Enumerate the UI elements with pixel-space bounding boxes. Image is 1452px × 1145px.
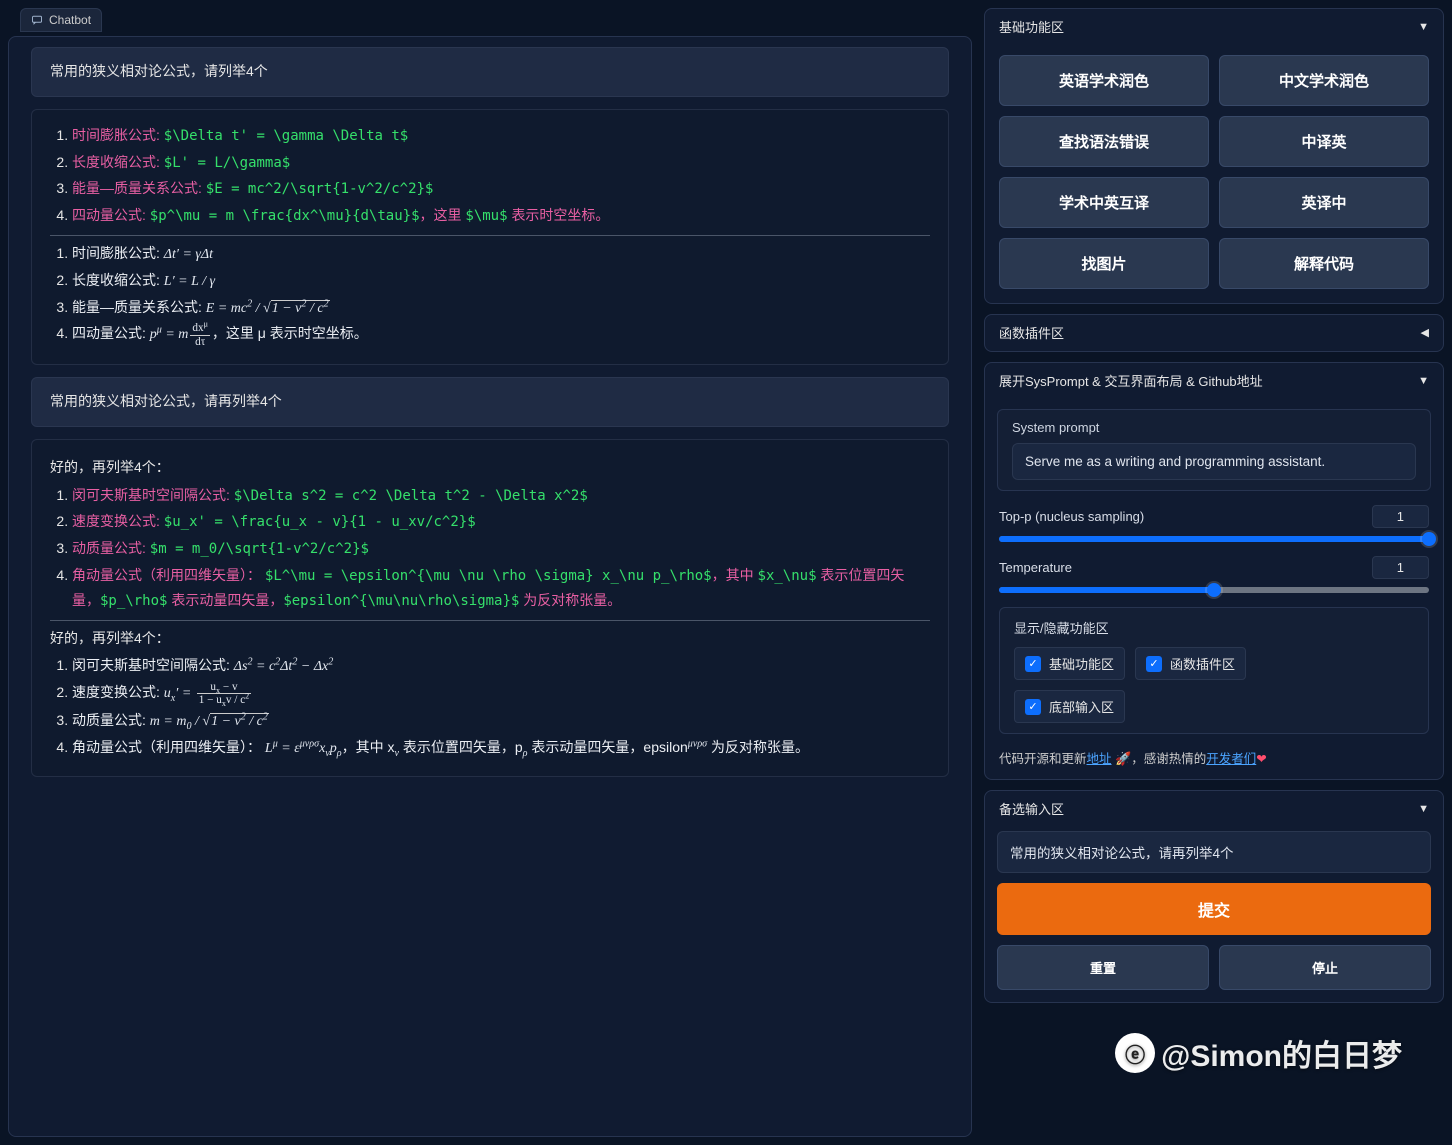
toggle-bottom-input[interactable]: ✓底部输入区 bbox=[1014, 690, 1125, 723]
assistant-intro: 好的，再列举4个： bbox=[50, 456, 930, 480]
toggle-plugin-fn[interactable]: ✓函数插件区 bbox=[1135, 647, 1246, 680]
devs-link[interactable]: 开发者们 bbox=[1206, 752, 1256, 766]
fn-english-polish[interactable]: 英语学术润色 bbox=[999, 55, 1209, 106]
panel-title: 函数插件区 bbox=[999, 323, 1064, 342]
top-p-label: Top-p (nucleus sampling) bbox=[999, 509, 1144, 524]
user-message: 常用的狭义相对论公式，请列举4个 bbox=[31, 47, 949, 97]
user-text: 常用的狭义相对论公式，请列举4个 bbox=[50, 63, 268, 79]
alt-input-text[interactable]: 常用的狭义相对论公式，请再列举4个 bbox=[997, 831, 1431, 873]
check-icon: ✓ bbox=[1146, 656, 1162, 672]
chat-icon bbox=[31, 14, 43, 26]
fn-en-to-zh[interactable]: 英译中 bbox=[1219, 177, 1429, 228]
user-message: 常用的狭义相对论公式，请再列举4个 bbox=[31, 377, 949, 427]
temperature-slider[interactable] bbox=[999, 587, 1429, 593]
plugin-panel[interactable]: 函数插件区 ◀ bbox=[984, 314, 1444, 352]
formula-rendered-list: 时间膨胀公式: Δt′ = γΔt 长度收缩公式: L′ = L / γ 能量—… bbox=[72, 242, 930, 348]
tab-chatbot[interactable]: Chatbot bbox=[20, 8, 102, 32]
assistant-message: 时间膨胀公式: $\Delta t' = \gamma \Delta t$ 长度… bbox=[31, 109, 949, 365]
fn-grammar-check[interactable]: 查找语法错误 bbox=[999, 116, 1209, 167]
alt-input-panel: 备选输入区 ▼ 常用的狭义相对论公式，请再列举4个 提交 重置 停止 bbox=[984, 790, 1444, 1003]
panel-title: 展开SysPrompt & 交互界面布局 & Github地址 bbox=[999, 371, 1263, 390]
system-prompt-label: System prompt bbox=[1012, 420, 1416, 435]
toggle-section-title: 显示/隐藏功能区 bbox=[1014, 618, 1414, 637]
chevron-left-icon[interactable]: ◀ bbox=[1421, 326, 1429, 339]
top-p-slider[interactable] bbox=[999, 536, 1429, 542]
github-link[interactable]: 地址 bbox=[1087, 752, 1112, 766]
fn-explain-code[interactable]: 解释代码 bbox=[1219, 238, 1429, 289]
sysprompt-panel: 展开SysPrompt & 交互界面布局 & Github地址 ▼ System… bbox=[984, 362, 1444, 780]
chevron-down-icon[interactable]: ▼ bbox=[1418, 21, 1429, 33]
assistant-message: 好的，再列举4个： 闵可夫斯基时空间隔公式: $\Delta s^2 = c^2… bbox=[31, 439, 949, 778]
temperature-value[interactable]: 1 bbox=[1372, 556, 1429, 579]
fn-zh-to-en[interactable]: 中译英 bbox=[1219, 116, 1429, 167]
panel-title: 基础功能区 bbox=[999, 17, 1064, 36]
check-icon: ✓ bbox=[1025, 699, 1041, 715]
fn-chinese-polish[interactable]: 中文学术润色 bbox=[1219, 55, 1429, 106]
reset-button[interactable]: 重置 bbox=[997, 945, 1209, 990]
chevron-down-icon[interactable]: ▼ bbox=[1418, 803, 1429, 815]
chat-pane[interactable]: 常用的狭义相对论公式，请列举4个 时间膨胀公式: $\Delta t' = \g… bbox=[8, 36, 972, 1137]
check-icon: ✓ bbox=[1025, 656, 1041, 672]
chevron-down-icon[interactable]: ▼ bbox=[1418, 375, 1429, 387]
user-text: 常用的狭义相对论公式，请再列举4个 bbox=[50, 393, 282, 409]
toggle-basic-fn[interactable]: ✓基础功能区 bbox=[1014, 647, 1125, 680]
basic-functions-panel: 基础功能区 ▼ 英语学术润色 中文学术润色 查找语法错误 中译英 学术中英互译 … bbox=[984, 8, 1444, 304]
fn-academic-trans[interactable]: 学术中英互译 bbox=[999, 177, 1209, 228]
tab-label: Chatbot bbox=[49, 13, 91, 27]
formula-source-list: 时间膨胀公式: $\Delta t' = \gamma \Delta t$ 长度… bbox=[72, 124, 930, 229]
fn-find-image[interactable]: 找图片 bbox=[999, 238, 1209, 289]
system-prompt-input[interactable]: Serve me as a writing and programming as… bbox=[1012, 443, 1416, 480]
stop-button[interactable]: 停止 bbox=[1219, 945, 1431, 990]
rocket-icon: 🚀 bbox=[1115, 751, 1131, 766]
panel-title: 备选输入区 bbox=[999, 799, 1064, 818]
formula-source-list: 闵可夫斯基时空间隔公式: $\Delta s^2 = c^2 \Delta t^… bbox=[72, 484, 930, 614]
temperature-label: Temperature bbox=[999, 560, 1072, 575]
footer-text: 代码开源和更新地址 🚀，感谢热情的开发者们❤ bbox=[985, 744, 1443, 779]
heart-icon: ❤ bbox=[1256, 752, 1266, 766]
submit-button[interactable]: 提交 bbox=[997, 883, 1431, 935]
top-p-value[interactable]: 1 bbox=[1372, 505, 1429, 528]
formula-rendered-list: 闵可夫斯基时空间隔公式: Δs2 = c2Δt2 − Δx2 速度变换公式: u… bbox=[72, 654, 930, 760]
